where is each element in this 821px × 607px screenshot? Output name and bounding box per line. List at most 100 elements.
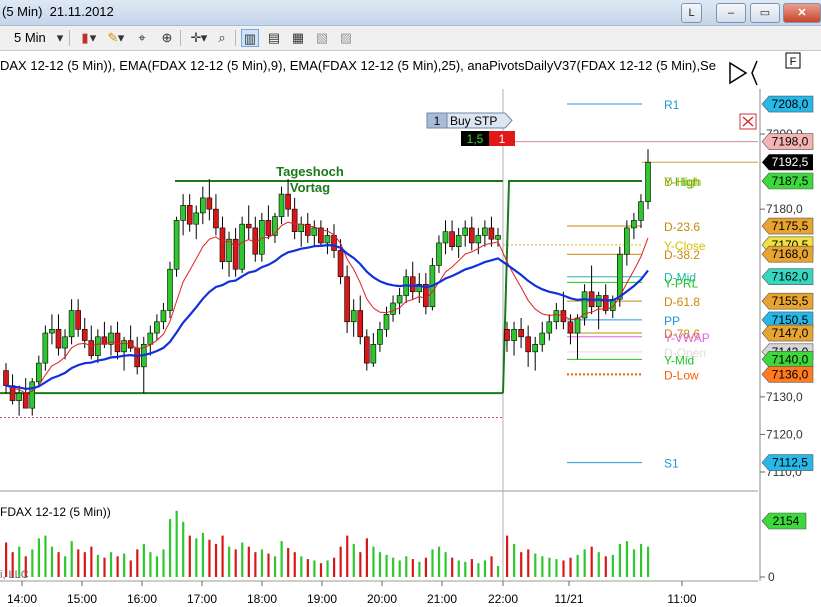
- candle-body: [390, 302, 396, 315]
- candle-body: [488, 227, 495, 240]
- pivot-label: D-Low: [664, 368, 699, 382]
- candle-body: [468, 227, 475, 244]
- volume-bar: [398, 560, 401, 577]
- candle-body: [121, 340, 127, 353]
- candle-body: [245, 223, 252, 229]
- indicators-icon[interactable]: ▤: [265, 29, 283, 47]
- pivot-label: D-38.2: [664, 248, 700, 262]
- pivot-label: PP: [664, 314, 680, 328]
- maximize-button[interactable]: ▭: [750, 3, 780, 23]
- properties-icon[interactable]: ▧: [313, 29, 331, 47]
- volume-bar: [273, 556, 277, 577]
- chevron-down-icon[interactable]: ▾: [54, 29, 66, 47]
- volume-bar: [247, 546, 250, 577]
- price-flag-label: 7112,5: [772, 456, 808, 470]
- candle-body: [539, 332, 546, 345]
- candle-body: [645, 161, 651, 202]
- candle-body: [370, 344, 377, 364]
- volume-bar: [470, 559, 473, 577]
- x-tick-label: 22:00: [488, 592, 518, 606]
- pivot-label: D-61.8: [664, 295, 700, 309]
- volume-label: FDAX 12-12 (5 Min)): [0, 505, 111, 519]
- volume-bar: [162, 549, 165, 577]
- volume-bar: [569, 557, 572, 577]
- volume-bar: [254, 552, 257, 577]
- window-title: (5 Min) 21.11.2012: [2, 4, 114, 19]
- volume-bar: [136, 549, 139, 577]
- order-qty: 1: [434, 114, 441, 128]
- pivot-label: D-High: [664, 175, 701, 189]
- price-flag-label: 7140,0: [772, 352, 809, 366]
- price-flag-label: 7155,5: [772, 294, 809, 308]
- toolbar-divider: [235, 30, 236, 46]
- order-price: 1,5: [467, 132, 484, 146]
- candle-body: [337, 250, 344, 278]
- last-price-label: 7192,5: [772, 155, 809, 169]
- volume-bar: [109, 552, 113, 577]
- chevron-down-icon[interactable]: ▾: [88, 29, 98, 47]
- candle-body: [449, 231, 455, 247]
- data-box-icon[interactable]: ▨: [337, 29, 355, 47]
- volume-bar: [83, 552, 86, 577]
- chart-toolbar: 5 Min ▾ ▮ ▾ ✎ ▾ ⌖ ⊕ ✛ ▾ ⌕ ▥ ▤ ▦ ▧ ▨: [0, 26, 821, 51]
- toolbar-divider: [180, 30, 181, 46]
- volume-bar: [604, 556, 607, 577]
- y-tick-label: 7180,0: [766, 202, 803, 216]
- volume-bar: [562, 560, 565, 577]
- crosshair-icon[interactable]: ⌖: [133, 29, 151, 47]
- magnifier-icon[interactable]: ⌕: [213, 29, 231, 47]
- volume-bar: [221, 535, 224, 577]
- chart-trader-icon[interactable]: ▥: [241, 29, 259, 47]
- candle-body: [455, 235, 462, 247]
- zoom-icon[interactable]: ⊕: [158, 29, 176, 47]
- volume-bar: [506, 535, 509, 577]
- minimize-button[interactable]: ‒: [716, 3, 746, 23]
- chart-header-label: DAX 12-12 (5 Min)), EMA(FDAX 12-12 (5 Mi…: [0, 58, 716, 73]
- x-tick-label: 20:00: [367, 592, 397, 606]
- volume-bar: [424, 557, 428, 577]
- volume-bar: [490, 556, 493, 577]
- volume-bar: [639, 543, 643, 577]
- candle-body: [180, 205, 186, 221]
- price-chart[interactable]: DAX 12-12 (5 Min)), EMA(FDAX 12-12 (5 Mi…: [0, 51, 821, 607]
- volume-bar: [541, 556, 544, 577]
- price-flag-label: 7175,5: [772, 219, 809, 233]
- volume-bar: [359, 552, 362, 577]
- volume-bar: [418, 561, 421, 577]
- x-tick-label: 17:00: [187, 592, 217, 606]
- volume-bar: [260, 549, 264, 577]
- candle-body: [278, 193, 285, 217]
- strategies-icon[interactable]: ▦: [289, 29, 307, 47]
- candle-body: [213, 208, 219, 229]
- volume-bar: [326, 560, 329, 577]
- price-flag-label: 7162,0: [772, 270, 809, 284]
- volume-bar: [534, 553, 537, 577]
- candle-body: [16, 392, 22, 401]
- price-flag-label: 7208,0: [772, 97, 809, 111]
- candle-body: [567, 321, 574, 334]
- volume-bar: [182, 521, 185, 577]
- candle-body: [134, 347, 140, 368]
- volume-bar: [405, 556, 408, 577]
- chevron-down-icon[interactable]: ▾: [116, 29, 126, 47]
- chevron-down-icon[interactable]: ▾: [199, 29, 209, 47]
- link-button[interactable]: L: [681, 3, 702, 23]
- pivot-label: R1: [664, 98, 680, 112]
- volume-bar: [57, 552, 60, 577]
- volume-bar: [208, 539, 211, 577]
- candle-body: [357, 310, 364, 338]
- volume-bar: [527, 549, 530, 577]
- candle-body: [55, 329, 62, 349]
- title-bar: (5 Min) 21.11.2012 L ‒ ▭ ✕: [0, 0, 821, 26]
- volume-bar: [228, 546, 231, 577]
- candle-body: [291, 208, 298, 232]
- interval-select[interactable]: 5 Min: [14, 29, 46, 47]
- close-button[interactable]: ✕: [783, 3, 821, 23]
- volume-bar: [464, 561, 467, 577]
- order-flag: 1: [499, 132, 506, 146]
- candle-body: [462, 227, 469, 236]
- candle-body: [638, 201, 644, 221]
- price-flag-label: 7136,0: [772, 367, 809, 381]
- candle-body: [68, 310, 75, 338]
- candle-body: [298, 223, 305, 232]
